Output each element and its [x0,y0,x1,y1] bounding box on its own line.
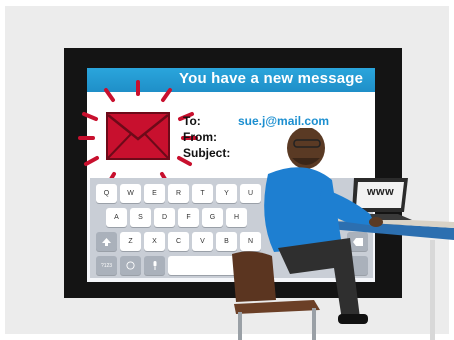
key-c[interactable]: C [168,232,189,251]
key-s[interactable]: S [130,208,151,227]
from-label: From: [183,130,217,144]
key-q[interactable]: Q [96,184,117,203]
key-w[interactable]: W [120,184,141,203]
key-a[interactable]: A [106,208,127,227]
smiley-icon [126,261,135,270]
key-x[interactable]: X [144,232,165,251]
microphone-icon [153,261,156,270]
chair [232,251,320,340]
key-g[interactable]: G [202,208,223,227]
key-t[interactable]: T [192,184,213,203]
illustration: You have a new message To: From: Subject… [0,0,454,340]
to-email-value: sue.j@mail.com [238,114,330,128]
to-label: To: [183,114,201,128]
envelope-icon[interactable] [106,112,170,160]
key-d[interactable]: D [154,208,175,227]
key-v[interactable]: V [192,232,213,251]
key-z[interactable]: Z [120,232,141,251]
mic-key[interactable] [144,256,165,275]
emoji-key[interactable] [120,256,141,275]
banner-title: You have a new message [179,70,364,87]
shift-icon [102,237,111,246]
subject-label: Subject: [183,146,231,160]
key-e[interactable]: E [144,184,165,203]
key-f[interactable]: F [178,208,199,227]
shift-key[interactable] [96,232,117,251]
numbers-key[interactable]: ?123 [96,256,117,275]
key-r[interactable]: R [168,184,189,203]
